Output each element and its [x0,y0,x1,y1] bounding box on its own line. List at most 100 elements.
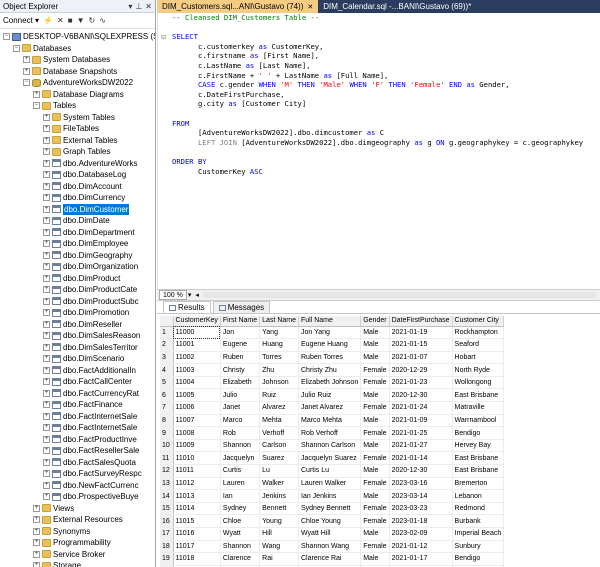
table-row[interactable]: 4 11003 Christy Zhu Christy Zhu Female 2020-12… [160,363,505,377]
table-cell[interactable]: Female [360,451,390,466]
expand-icon[interactable]: + [33,562,40,567]
table-cell[interactable]: Matraville [452,401,505,415]
row-number[interactable]: 2 [160,338,174,352]
activity-icon[interactable]: ∿ [99,16,106,25]
table-cell[interactable]: Eugene Huang [298,338,362,352]
table-cell[interactable]: 2023-02-09 [389,527,453,541]
table-cell[interactable]: Torres [259,351,299,365]
table-cell[interactable]: Zhu [259,363,299,377]
table-cell[interactable]: Bremerton [452,477,505,491]
expand-icon[interactable]: + [43,424,50,432]
table-cell[interactable]: Marco [220,414,261,428]
expand-icon[interactable]: + [43,171,50,179]
table-cell[interactable]: 11009 [173,439,221,453]
row-number[interactable]: 6 [160,388,174,403]
table-cell[interactable]: East Brisbane [452,464,505,478]
table-row[interactable]: 19 11018 Clarence Rai Clarence Rai Male 2021-0… [160,552,505,566]
table-cell[interactable]: Carlson [259,439,299,453]
table-row[interactable]: 6 11005 Julio Ruiz Julio Ruiz Male 2020-12-30 E… [160,388,505,403]
table-cell[interactable]: Redmond [452,502,505,516]
tree-node[interactable]: + Service Broker [0,549,155,561]
table-cell[interactable]: Female [360,426,390,440]
table-cell[interactable]: Chloe [220,514,261,528]
expand-icon[interactable]: + [33,539,40,547]
table-cell[interactable]: East Brisbane [452,388,505,403]
table-cell[interactable]: Wollongong [452,376,505,390]
table-cell[interactable]: 2021-01-19 [389,326,453,340]
tree-node[interactable]: + Views [0,503,155,515]
table-cell[interactable]: Seaford [452,338,505,352]
expand-icon[interactable]: + [43,159,50,167]
table-cell[interactable]: 11001 [173,338,221,352]
table-cell[interactable]: Johnson [259,376,299,390]
table-row[interactable]: 2 11001 Eugene Huang Eugene Huang Male 2021-01… [160,338,505,352]
tree-node[interactable]: + Database Snapshots [0,66,155,78]
table-cell[interactable]: Elizabeth [220,376,261,390]
table-cell[interactable]: 2023-03-23 [389,502,453,516]
tree-node[interactable]: + External Resources [0,514,155,526]
connect-button[interactable]: Connect ▾ [3,16,39,25]
table-cell[interactable]: 2020-12-29 [389,363,453,377]
table-cell[interactable]: Shannon [220,540,261,554]
table-row[interactable]: 16 11015 Chloe Young Chloe Young Female 2023-0… [160,514,505,528]
tree-node[interactable]: + Storage [0,560,155,567]
table-cell[interactable]: Ruben [220,351,261,365]
table-cell[interactable]: 11017 [173,540,221,554]
table-cell[interactable]: 2021-01-23 [389,376,453,390]
table-cell[interactable]: Shannon Wang [298,540,362,554]
tree-node[interactable]: + dbo.NewFactCurrenc [0,480,155,492]
table-cell[interactable]: Jacquelyn [220,451,261,466]
tree-node[interactable]: + dbo.FactSurveyRespc [0,468,155,480]
table-cell[interactable]: Chloe Young [298,514,362,528]
expand-icon[interactable]: + [43,148,50,156]
expand-icon[interactable]: + [43,412,50,420]
tree-node[interactable]: + dbo.FactAdditionalIn [0,365,155,377]
tree-node[interactable]: + dbo.FactFinance [0,399,155,411]
expand-icon[interactable]: + [43,136,50,144]
table-cell[interactable]: Male [360,414,390,428]
expand-icon[interactable]: + [43,217,50,225]
row-number[interactable]: 14 [160,489,174,503]
table-cell[interactable]: Jon Yang [298,326,362,340]
expand-icon[interactable]: + [43,343,50,351]
column-header[interactable] [160,316,174,327]
document-tab[interactable]: DIM_Customers.sql...ANI\Gustavo (74)) ✕ [157,0,319,13]
table-cell[interactable]: 11006 [173,401,221,415]
table-cell[interactable]: 2021-01-15 [389,338,453,352]
row-number[interactable]: 16 [160,514,174,528]
tree-node[interactable]: + dbo.DimReseller [0,319,155,331]
connect-icon[interactable]: ⚡ [43,16,53,25]
table-cell[interactable]: 2023-03-16 [389,477,453,491]
expand-icon[interactable]: + [43,297,50,305]
table-cell[interactable]: 2020-12-30 [389,388,453,403]
table-cell[interactable]: 11002 [173,351,221,365]
expand-icon[interactable]: + [43,366,50,374]
row-number[interactable]: 12 [160,464,174,478]
table-cell[interactable]: Elizabeth Johnson [298,376,362,390]
table-cell[interactable]: 11010 [173,451,221,466]
table-cell[interactable]: Clarence [220,552,261,566]
tree-node[interactable]: + dbo.DimScenario [0,353,155,365]
expand-icon[interactable]: + [43,194,50,202]
table-cell[interactable]: 2021-01-25 [389,426,453,440]
table-cell[interactable]: Male [360,527,390,541]
expand-icon[interactable]: + [43,470,50,478]
table-row[interactable]: 11 11010 Jacquelyn Suarez Jacquelyn Suarez Fe… [160,451,505,466]
expand-icon[interactable]: + [33,527,40,535]
row-number[interactable]: 19 [160,552,174,566]
table-cell[interactable]: Young [259,514,299,528]
tree-node[interactable]: + dbo.DimGeography [0,250,155,262]
table-cell[interactable]: 2020-12-30 [389,464,453,478]
table-row[interactable]: 17 11016 Wyatt Hill Wyatt Hill Male 2023-02-09… [160,527,505,541]
expand-icon[interactable]: + [43,435,50,443]
table-cell[interactable]: Rob [220,426,261,440]
tree-node[interactable]: + Programmability [0,537,155,549]
tree-node[interactable]: + dbo.FactResellerSale [0,445,155,457]
row-number[interactable]: 13 [160,477,174,491]
row-number[interactable]: 15 [160,502,174,516]
table-cell[interactable]: North Ryde [452,363,505,377]
table-cell[interactable]: Walker [259,477,299,491]
table-cell[interactable]: 11005 [173,388,221,403]
query-text[interactable]: -- Cleansed DIM_Customers Table -- SELECT… [170,13,600,176]
expand-icon[interactable]: + [43,240,50,248]
